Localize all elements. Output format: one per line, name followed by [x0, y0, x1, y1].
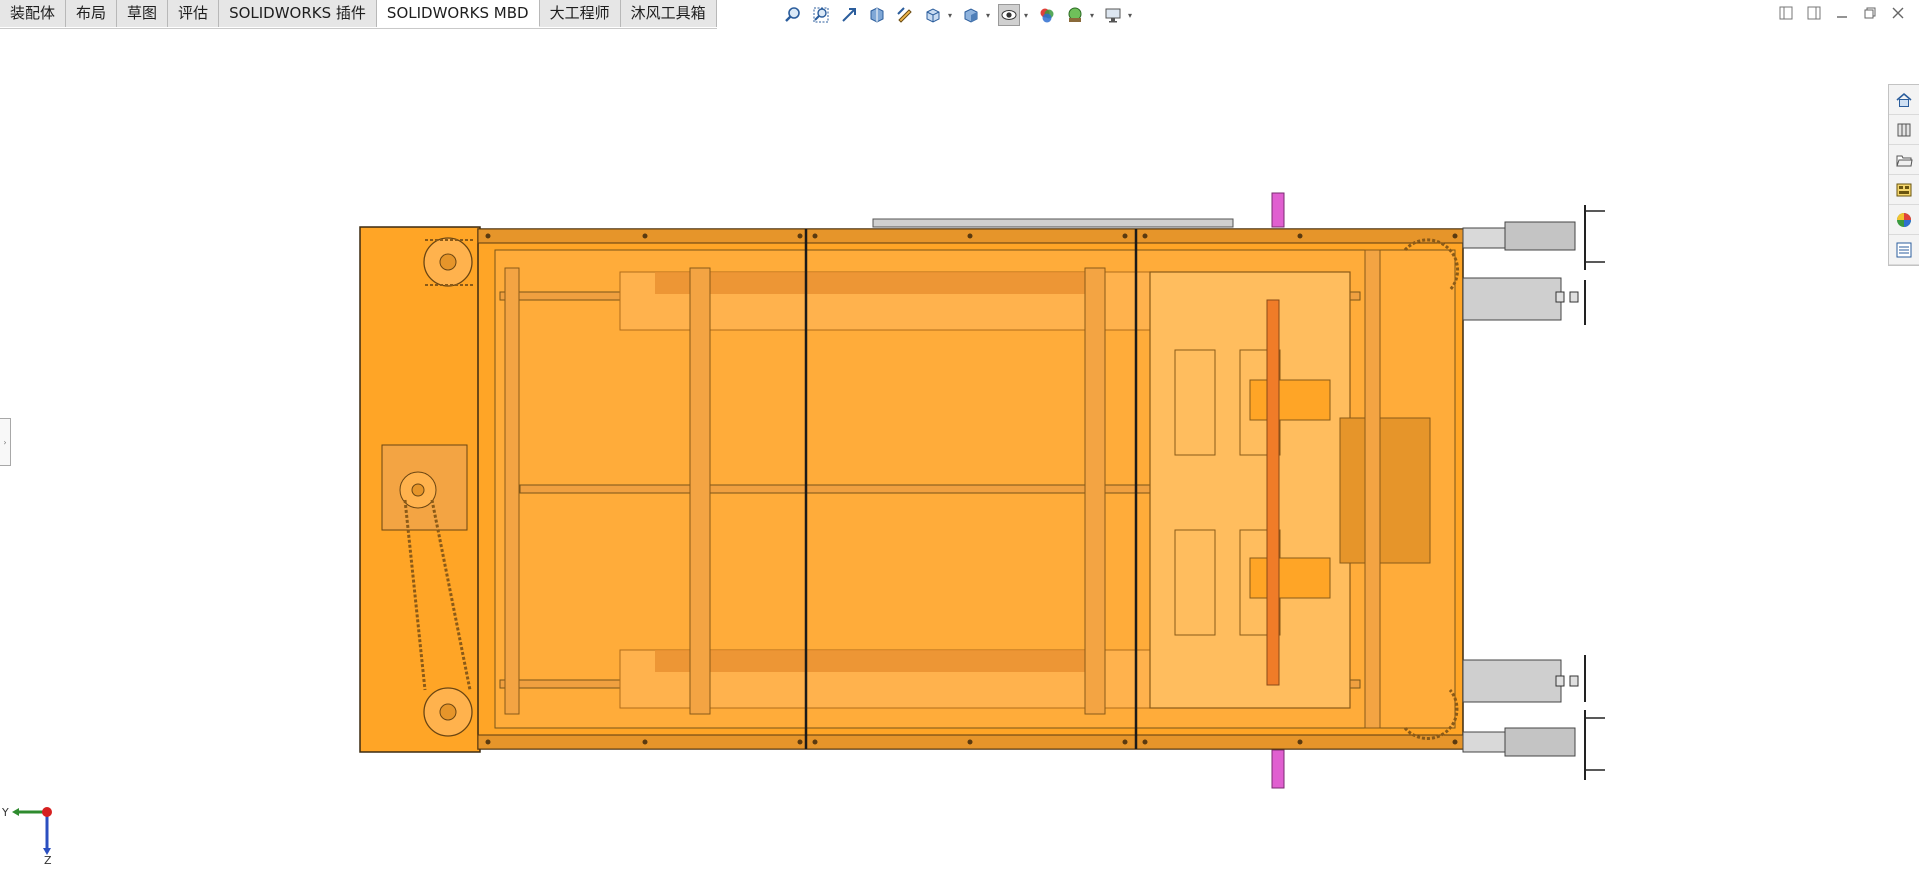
- rail-hole: [797, 739, 803, 745]
- triad-y-label: Y: [1, 806, 9, 819]
- right-cross-member: [1364, 249, 1381, 729]
- assembly-model-top-view[interactable]: [355, 185, 1615, 790]
- feature-manager-collapse-handle[interactable]: ›: [0, 418, 11, 466]
- lower-sprocket-hub: [439, 703, 457, 721]
- zoom-to-area-icon[interactable]: [810, 4, 832, 26]
- zoom-to-fit-icon[interactable]: [782, 4, 804, 26]
- triad-y-arrow: [12, 808, 19, 816]
- restore-icon[interactable]: [1861, 4, 1879, 22]
- pink-marker-top: [1271, 192, 1285, 228]
- rail-hole: [485, 739, 491, 745]
- triad-z-label: Z: [44, 854, 52, 864]
- cross-member-2: [1084, 267, 1106, 715]
- lower-steel-arm: [1462, 659, 1562, 703]
- tab-sketch[interactable]: 草图: [117, 0, 169, 27]
- carriage-bracket-1: [1249, 379, 1331, 421]
- carriage-bracket-2: [1249, 557, 1331, 599]
- rail-hole: [967, 739, 973, 745]
- rail-hole: [642, 233, 648, 239]
- upper-mount: [1504, 221, 1576, 251]
- section-view-icon[interactable]: [866, 4, 888, 26]
- lower-roller-shadow: [655, 650, 1085, 672]
- chevron-down-icon[interactable]: ▾: [1126, 11, 1134, 20]
- display-style-icon[interactable]: [960, 4, 982, 26]
- cross-member-3: [504, 267, 520, 715]
- chevron-down-icon[interactable]: ▾: [1088, 11, 1096, 20]
- solidworks-resources-icon[interactable]: [1889, 85, 1919, 115]
- minimize-icon[interactable]: [1833, 4, 1851, 22]
- rail-hole: [797, 233, 803, 239]
- window-controls: [1777, 4, 1907, 22]
- hide-show-items-icon[interactable]: [998, 4, 1020, 26]
- heads-up-view-toolbar: ▾ ▾ ▾ ▾ ▾: [782, 3, 1134, 27]
- task-pane: [1888, 84, 1919, 266]
- rail-hole: [1297, 739, 1303, 745]
- tab-big-engineer[interactable]: 大工程师: [539, 0, 621, 27]
- close-icon[interactable]: [1889, 4, 1907, 22]
- cross-member-1: [689, 267, 711, 715]
- tab-evaluate[interactable]: 评估: [168, 0, 220, 27]
- view-palette-icon[interactable]: [1889, 175, 1919, 205]
- rail-hole: [1142, 739, 1148, 745]
- lower-nut-2: [1569, 675, 1579, 687]
- tile-right-icon[interactable]: [1805, 4, 1823, 22]
- tab-mufeng-toolbox[interactable]: 沐风工具箱: [620, 0, 717, 27]
- rail-hole: [1122, 233, 1128, 239]
- upper-roller-shadow: [655, 272, 1085, 294]
- upper-nut-2: [1569, 291, 1579, 303]
- appearances-icon[interactable]: [1889, 205, 1919, 235]
- top-cover-plate: [872, 218, 1234, 228]
- drive-sprocket-hub: [411, 483, 425, 497]
- rail-hole: [1452, 739, 1458, 745]
- design-library-icon[interactable]: [1889, 115, 1919, 145]
- file-explorer-icon[interactable]: [1889, 145, 1919, 175]
- view-orientation-icon[interactable]: [922, 4, 944, 26]
- right-end-block: [1339, 417, 1431, 564]
- pink-marker-bottom: [1271, 749, 1285, 789]
- command-manager-tabs: 装配体 布局 草图 评估 SOLIDWORKS 插件 SOLIDWORKS MB…: [0, 0, 717, 29]
- custom-properties-icon[interactable]: [1889, 235, 1919, 265]
- lower-mount: [1504, 727, 1576, 757]
- rail-hole: [642, 739, 648, 745]
- edit-appearance-icon[interactable]: [1036, 4, 1058, 26]
- chevron-down-icon[interactable]: ▾: [984, 11, 992, 20]
- apply-scene-icon[interactable]: [1064, 4, 1086, 26]
- view-settings-icon[interactable]: [1102, 4, 1124, 26]
- rail-hole: [1142, 233, 1148, 239]
- carriage-frame: [1149, 271, 1351, 709]
- rail-hole: [812, 233, 818, 239]
- upper-sprocket-hub: [439, 253, 457, 271]
- rail-hole: [812, 739, 818, 745]
- dynamic-annotation-icon[interactable]: [894, 4, 916, 26]
- lower-nut-1: [1555, 675, 1565, 687]
- previous-view-icon[interactable]: [838, 4, 860, 26]
- tab-solidworks-mbd[interactable]: SOLIDWORKS MBD: [376, 0, 540, 27]
- rail-hole: [1122, 739, 1128, 745]
- chevron-down-icon[interactable]: ▾: [946, 11, 954, 20]
- rail-hole: [485, 233, 491, 239]
- tab-layout[interactable]: 布局: [66, 0, 118, 27]
- carriage-post: [1266, 299, 1280, 686]
- rail-hole: [1452, 233, 1458, 239]
- rail-hole: [1297, 233, 1303, 239]
- coordinate-triad: Y Z: [1, 806, 52, 864]
- tab-solidworks-addins[interactable]: SOLIDWORKS 插件: [219, 0, 377, 27]
- tile-left-icon[interactable]: [1777, 4, 1795, 22]
- rail-hole: [967, 233, 973, 239]
- tab-assembly[interactable]: 装配体: [0, 0, 67, 27]
- upper-steel-arm: [1462, 277, 1562, 321]
- triad-origin: [42, 807, 52, 817]
- chevron-down-icon[interactable]: ▾: [1022, 11, 1030, 20]
- upper-nut-1: [1555, 291, 1565, 303]
